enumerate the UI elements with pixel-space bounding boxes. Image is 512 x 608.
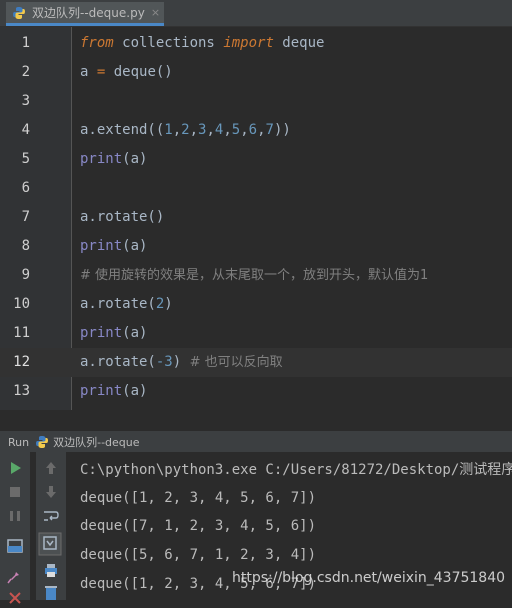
code-text: from collections import deque — [80, 35, 325, 51]
line-number: 10 — [13, 296, 30, 312]
close-icon[interactable]: × — [151, 6, 160, 19]
run-tool-header: Run 双边队列--deque — [0, 430, 512, 453]
arrow-down-icon[interactable] — [41, 482, 61, 502]
code-text: print(a) — [80, 238, 148, 254]
tab-deque-py[interactable]: 双边队列--deque.py × — [6, 2, 164, 26]
code-text: print(a) — [80, 383, 148, 399]
scroll-to-end-icon[interactable] — [38, 532, 62, 556]
code-line: 6 — [0, 174, 512, 203]
code-line: 1 from collections import deque — [0, 29, 512, 58]
run-label[interactable]: Run — [8, 436, 29, 449]
code-text: a.rotate() — [80, 209, 165, 225]
line-number: 6 — [21, 180, 30, 196]
line-number: 1 — [21, 35, 30, 51]
current-code-line: 12 a.rotate(-3) # 也可以反向取 — [0, 348, 512, 377]
line-number: 8 — [21, 238, 30, 254]
tab-label: 双边队列--deque.py — [32, 6, 145, 20]
code-line: 5 print(a) — [0, 145, 512, 174]
console-line: deque([5, 6, 7, 1, 2, 3, 4]) — [80, 547, 317, 563]
layout-icon[interactable] — [5, 536, 25, 556]
run-toolbar-secondary — [36, 452, 66, 600]
code-line: 2 a = deque() — [0, 58, 512, 87]
run-config-label[interactable]: 双边队列--deque — [53, 434, 139, 450]
trash-icon[interactable] — [41, 582, 61, 602]
run-toolbar-primary — [0, 452, 30, 604]
code-text: print(a) — [80, 325, 148, 341]
line-number: 7 — [21, 209, 30, 225]
editor-tab-bar: 双边队列--deque.py × — [0, 0, 512, 27]
line-number: 5 — [21, 151, 30, 167]
pin-icon[interactable] — [5, 566, 25, 586]
line-number: 4 — [21, 122, 30, 138]
code-text: a.rotate(2) — [80, 296, 173, 312]
python-file-icon — [36, 436, 49, 448]
console-line: C:\python\python3.exe C:/Users/81272/Des… — [80, 462, 512, 478]
code-text: a.extend((1,2,3,4,5,6,7)) — [80, 122, 291, 138]
code-text: a.rotate(-3) # 也可以反向取 — [80, 354, 283, 370]
line-number: 2 — [21, 64, 30, 80]
code-line: 9 # 使用旋转的效果是，从末尾取一个，放到开头，默认值为1 — [0, 261, 512, 290]
line-number: 12 — [13, 354, 30, 370]
pause-icon[interactable] — [5, 506, 25, 526]
code-line: 13 print(a) — [0, 377, 512, 406]
console-line: deque([7, 1, 2, 3, 4, 5, 6]) — [80, 518, 317, 534]
code-text: a = deque() — [80, 64, 173, 80]
stop-icon[interactable] — [5, 482, 25, 502]
code-line: 11 print(a) — [0, 319, 512, 348]
line-number: 11 — [13, 325, 30, 341]
code-text: print(a) — [80, 151, 148, 167]
watermark: https://blog.csdn.net/weixin_43751840 — [232, 570, 506, 586]
code-line: 8 print(a) — [0, 232, 512, 261]
soft-wrap-icon[interactable] — [41, 506, 61, 526]
arrow-up-icon[interactable] — [41, 458, 61, 478]
rerun-icon[interactable] — [5, 458, 25, 478]
line-number: 9 — [21, 267, 30, 283]
code-line: 10 a.rotate(2) — [0, 290, 512, 319]
code-line: 4 a.extend((1,2,3,4,5,6,7)) — [0, 116, 512, 145]
line-number: 13 — [13, 383, 30, 399]
python-file-icon — [13, 6, 25, 19]
code-line: 7 a.rotate() — [0, 203, 512, 232]
code-comment: # 使用旋转的效果是，从末尾取一个，放到开头，默认值为1 — [80, 268, 429, 283]
console-line: deque([1, 2, 3, 4, 5, 6, 7]) — [80, 490, 317, 506]
code-line: 3 — [0, 87, 512, 116]
code-editor[interactable]: 1 from collections import deque 2 a = de… — [0, 27, 512, 410]
close-icon[interactable] — [5, 588, 25, 608]
line-number: 3 — [21, 93, 30, 109]
print-icon[interactable] — [41, 560, 61, 580]
